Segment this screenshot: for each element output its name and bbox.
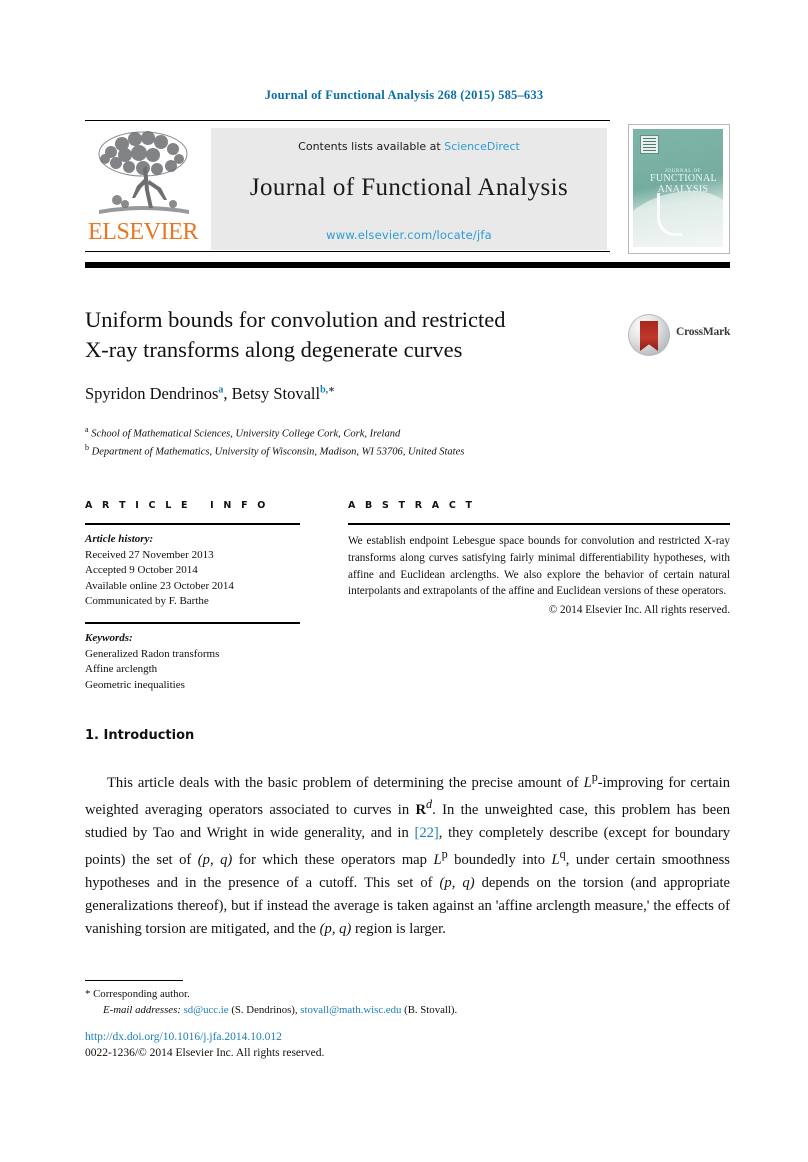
elsevier-tree-icon bbox=[98, 131, 189, 214]
header-divider-bar bbox=[85, 262, 730, 268]
sciencedirect-link[interactable]: ScienceDirect bbox=[444, 140, 520, 153]
history-item: Communicated by F. Barthe bbox=[85, 595, 209, 608]
math-pq-3: (p, q) bbox=[319, 920, 352, 937]
article-info-rule bbox=[85, 523, 300, 525]
history-item: Accepted 9 October 2014 bbox=[85, 564, 198, 577]
keywords-rule bbox=[85, 622, 300, 625]
title-line-1: Uniform bounds for convolution and restr… bbox=[85, 307, 506, 332]
citation-link-22[interactable]: [22] bbox=[414, 825, 438, 841]
math-Rd: R bbox=[415, 801, 427, 818]
math-Lq: L bbox=[551, 851, 560, 868]
keywords-block: Keywords: Generalized Radon transforms A… bbox=[85, 631, 300, 693]
affiliation-item: a School of Mathematical Sciences, Unive… bbox=[85, 424, 645, 442]
affiliation-mark-b: b bbox=[85, 443, 89, 453]
article-info-column: A R T I C L E I N F O Article history: R… bbox=[85, 500, 300, 693]
article-history-label: Article history: bbox=[85, 533, 154, 545]
corresponding-marker: * bbox=[85, 988, 91, 1000]
corresponding-author-mark[interactable]: ∗ bbox=[328, 385, 335, 396]
page-title: Uniform bounds for convolution and restr… bbox=[85, 305, 595, 365]
affiliation-list: a School of Mathematical Sciences, Unive… bbox=[85, 424, 645, 461]
elsevier-logo: ELSEVIER bbox=[87, 128, 199, 250]
journal-title: Journal of Functional Analysis bbox=[249, 174, 569, 201]
section-heading-introduction: 1. Introduction bbox=[85, 728, 195, 743]
author-name-2: Betsy Stovall bbox=[231, 384, 321, 403]
running-head: Journal of Functional Analysis 268 (2015… bbox=[264, 88, 544, 102]
introduction-paragraph: This article deals with the basic proble… bbox=[85, 768, 730, 941]
crossmark-book-icon bbox=[640, 321, 658, 351]
math-Lp-1: L bbox=[583, 774, 592, 791]
article-history-block: Article history: Received 27 November 20… bbox=[85, 532, 300, 610]
email-link-2[interactable]: stovall@math.wisc.edu bbox=[300, 1004, 401, 1016]
affiliation-text-a: School of Mathematical Sciences, Univers… bbox=[91, 428, 401, 440]
math-pq-1: (p, q) bbox=[197, 851, 233, 868]
author-2-affil-mark[interactable]: b, bbox=[320, 385, 328, 396]
footnote-rule bbox=[85, 980, 183, 981]
contents-line: Contents lists available at ScienceDirec… bbox=[211, 140, 607, 153]
para-part-6: boundedly into bbox=[447, 851, 552, 868]
math-Lp-2: L bbox=[433, 851, 442, 868]
cover-title-text: JOURNAL OF FUNCTIONAL ANALYSIS bbox=[650, 169, 717, 196]
doi-link[interactable]: http://dx.doi.org/10.1016/j.jfa.2014.10.… bbox=[85, 1031, 282, 1043]
email-label: E-mail addresses: bbox=[103, 1004, 181, 1017]
abstract-rule bbox=[348, 523, 730, 525]
corresponding-text: Corresponding author. bbox=[93, 988, 190, 1000]
email-link-1[interactable]: sd@ucc.ie bbox=[184, 1004, 229, 1016]
para-part-9: region is larger. bbox=[351, 920, 446, 937]
journal-cover-thumbnail: JOURNAL OF FUNCTIONAL ANALYSIS bbox=[628, 124, 730, 254]
article-info-heading: A R T I C L E I N F O bbox=[85, 500, 269, 511]
email-owner-1: (S. Dendrinos), bbox=[231, 1004, 298, 1017]
cover-hook-shape bbox=[657, 193, 682, 236]
affiliation-item: b Department of Mathematics, University … bbox=[85, 442, 645, 460]
math-pq-2: (p, q) bbox=[439, 874, 475, 891]
masthead-rule-bottom bbox=[85, 251, 610, 252]
elsevier-wordmark: ELSEVIER bbox=[87, 219, 199, 245]
email-owner-2: (B. Stovall). bbox=[404, 1004, 458, 1017]
crossmark-badge[interactable]: CrossMark bbox=[628, 312, 733, 358]
author-separator: , bbox=[223, 384, 232, 403]
journal-emblem-icon bbox=[640, 135, 659, 154]
abstract-heading: A B S T R A C T bbox=[348, 500, 476, 511]
para-part-1: This article deals with the basic proble… bbox=[107, 774, 584, 791]
paper-page: Journal of Functional Analysis 268 (2015… bbox=[0, 0, 808, 1162]
history-item: Available online 23 October 2014 bbox=[85, 579, 234, 592]
email-note: E-mail addresses: sd@ucc.ie (S. Dendrino… bbox=[85, 1002, 730, 1018]
issn-copyright-line: 0022-1236/© 2014 Elsevier Inc. All right… bbox=[85, 1047, 325, 1059]
journal-masthead: ELSEVIER Contents lists available at Sci… bbox=[85, 120, 730, 258]
journal-cover-art: JOURNAL OF FUNCTIONAL ANALYSIS bbox=[633, 129, 723, 247]
para-part-5: for which these operators map bbox=[232, 851, 434, 868]
affiliation-text-b: Department of Mathematics, University of… bbox=[91, 446, 465, 458]
journal-homepage-link[interactable]: www.elsevier.com/locate/jfa bbox=[211, 228, 607, 242]
affiliation-mark-a: a bbox=[85, 425, 89, 434]
abstract-column: A B S T R A C T We establish endpoint Le… bbox=[348, 500, 730, 616]
author-name-1: Spyridon Dendrinos bbox=[85, 384, 219, 403]
contents-prefix: Contents lists available at bbox=[298, 140, 441, 153]
keyword-item: Geometric inequalities bbox=[85, 678, 185, 691]
masthead-rule-top bbox=[85, 120, 610, 121]
keywords-label: Keywords: bbox=[85, 632, 133, 645]
keyword-item: Affine arclength bbox=[85, 663, 158, 676]
footnote-block: * Corresponding author. E-mail addresses… bbox=[85, 986, 730, 1018]
crossmark-circle-icon bbox=[628, 314, 670, 356]
keyword-item: Generalized Radon transforms bbox=[85, 647, 220, 660]
sciencedirect-panel: Contents lists available at ScienceDirec… bbox=[211, 128, 607, 250]
corresponding-author-note: * Corresponding author. bbox=[85, 986, 730, 1002]
author-list: Spyridon Dendrinosa, Betsy Stovallb,∗ bbox=[85, 384, 685, 404]
crossmark-label: CrossMark bbox=[676, 326, 731, 338]
abstract-text: We establish endpoint Lebesgue space bou… bbox=[348, 535, 730, 598]
history-item: Received 27 November 2013 bbox=[85, 548, 214, 561]
title-line-2: X-ray transforms along degenerate curves bbox=[85, 336, 463, 362]
cover-line-3: ANALYSIS bbox=[657, 184, 709, 196]
abstract-copyright: © 2014 Elsevier Inc. All rights reserved… bbox=[548, 604, 730, 617]
